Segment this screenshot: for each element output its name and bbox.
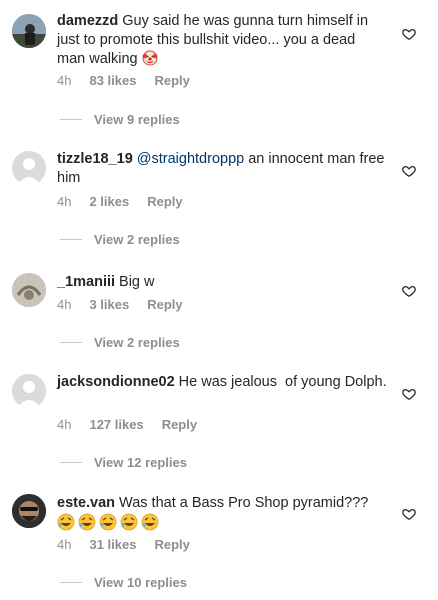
likes-count[interactable]: 127 likes [89, 417, 143, 432]
view-replies-button[interactable]: View 9 replies [60, 112, 180, 127]
view-replies-label: View 2 replies [94, 335, 180, 350]
divider-line [60, 342, 82, 343]
comment-text: damezzd Guy said he was gunna turn himsel… [57, 12, 387, 72]
comment-time: 4h [57, 194, 72, 209]
view-replies-label: View 2 replies [94, 232, 180, 247]
view-replies-button[interactable]: View 10 replies [60, 575, 187, 590]
comment-time: 4h [57, 297, 72, 312]
like-heart-icon[interactable] [402, 164, 416, 178]
rolling-on-floor-laughing-icon [57, 513, 161, 532]
user-photo-icon [12, 273, 46, 307]
reply-button[interactable]: Reply [147, 194, 182, 209]
view-replies-button[interactable]: View 2 replies [60, 232, 180, 247]
divider-line [60, 239, 82, 240]
view-replies-button[interactable]: View 12 replies [60, 455, 187, 470]
like-heart-icon[interactable] [402, 27, 416, 41]
comment-username[interactable]: jacksondionne02 [57, 374, 175, 390]
reply-button[interactable]: Reply [162, 417, 197, 432]
avatar[interactable] [12, 273, 46, 307]
user-photo-icon [12, 494, 46, 528]
comment-meta: 4h 31 likes Reply [57, 537, 208, 552]
likes-count[interactable]: 2 likes [89, 194, 129, 209]
comment-text: jacksondionne02 He was jealous of young D… [57, 373, 387, 392]
likes-count[interactable]: 83 likes [89, 73, 136, 88]
comment-time: 4h [57, 537, 72, 552]
avatar[interactable] [12, 151, 46, 185]
comment-meta: 4h 83 likes Reply [57, 73, 208, 88]
like-heart-icon[interactable] [402, 284, 416, 298]
comment-username[interactable]: _1maniii [57, 274, 115, 290]
like-heart-icon[interactable] [402, 507, 416, 521]
comment-body: Big w [119, 274, 155, 290]
comment-text: tizzle18_19 @straightdroppp an innocent m… [57, 150, 387, 188]
mention-link[interactable]: @straightdroppp [137, 151, 244, 167]
comment-body: He was jealous of young Dolph. [178, 374, 387, 390]
divider-line [60, 119, 82, 120]
reply-button[interactable]: Reply [154, 73, 189, 88]
comment-username[interactable]: este.van [57, 495, 115, 511]
like-heart-icon[interactable] [402, 387, 416, 401]
comment-time: 4h [57, 73, 72, 88]
likes-count[interactable]: 31 likes [89, 537, 136, 552]
view-replies-button[interactable]: View 2 replies [60, 335, 180, 350]
comment-time: 4h [57, 417, 72, 432]
reply-button[interactable]: Reply [147, 297, 182, 312]
divider-line [60, 462, 82, 463]
likes-count[interactable]: 3 likes [89, 297, 129, 312]
view-replies-label: View 9 replies [94, 112, 180, 127]
comment-text: este.van Was that a Bass Pro Shop pyramid… [57, 494, 387, 534]
reply-button[interactable]: Reply [154, 537, 189, 552]
view-replies-label: View 12 replies [94, 455, 187, 470]
avatar[interactable] [12, 14, 46, 48]
default-avatar-icon [12, 374, 46, 408]
view-replies-label: View 10 replies [94, 575, 187, 590]
comment-meta: 4h 3 likes Reply [57, 297, 201, 312]
avatar[interactable] [12, 494, 46, 528]
clown-face-icon [142, 50, 158, 72]
divider-line [60, 582, 82, 583]
user-photo-icon [12, 14, 46, 48]
comment-meta: 4h 127 likes Reply [57, 417, 215, 432]
comment-username[interactable]: damezzd [57, 13, 118, 29]
comment-text: _1maniii Big w [57, 273, 387, 292]
comment-body: Was that a Bass Pro Shop pyramid??? [119, 495, 369, 511]
comment-meta: 4h 2 likes Reply [57, 194, 201, 209]
default-avatar-icon [12, 151, 46, 185]
avatar[interactable] [12, 374, 46, 408]
comment-username[interactable]: tizzle18_19 [57, 151, 133, 167]
